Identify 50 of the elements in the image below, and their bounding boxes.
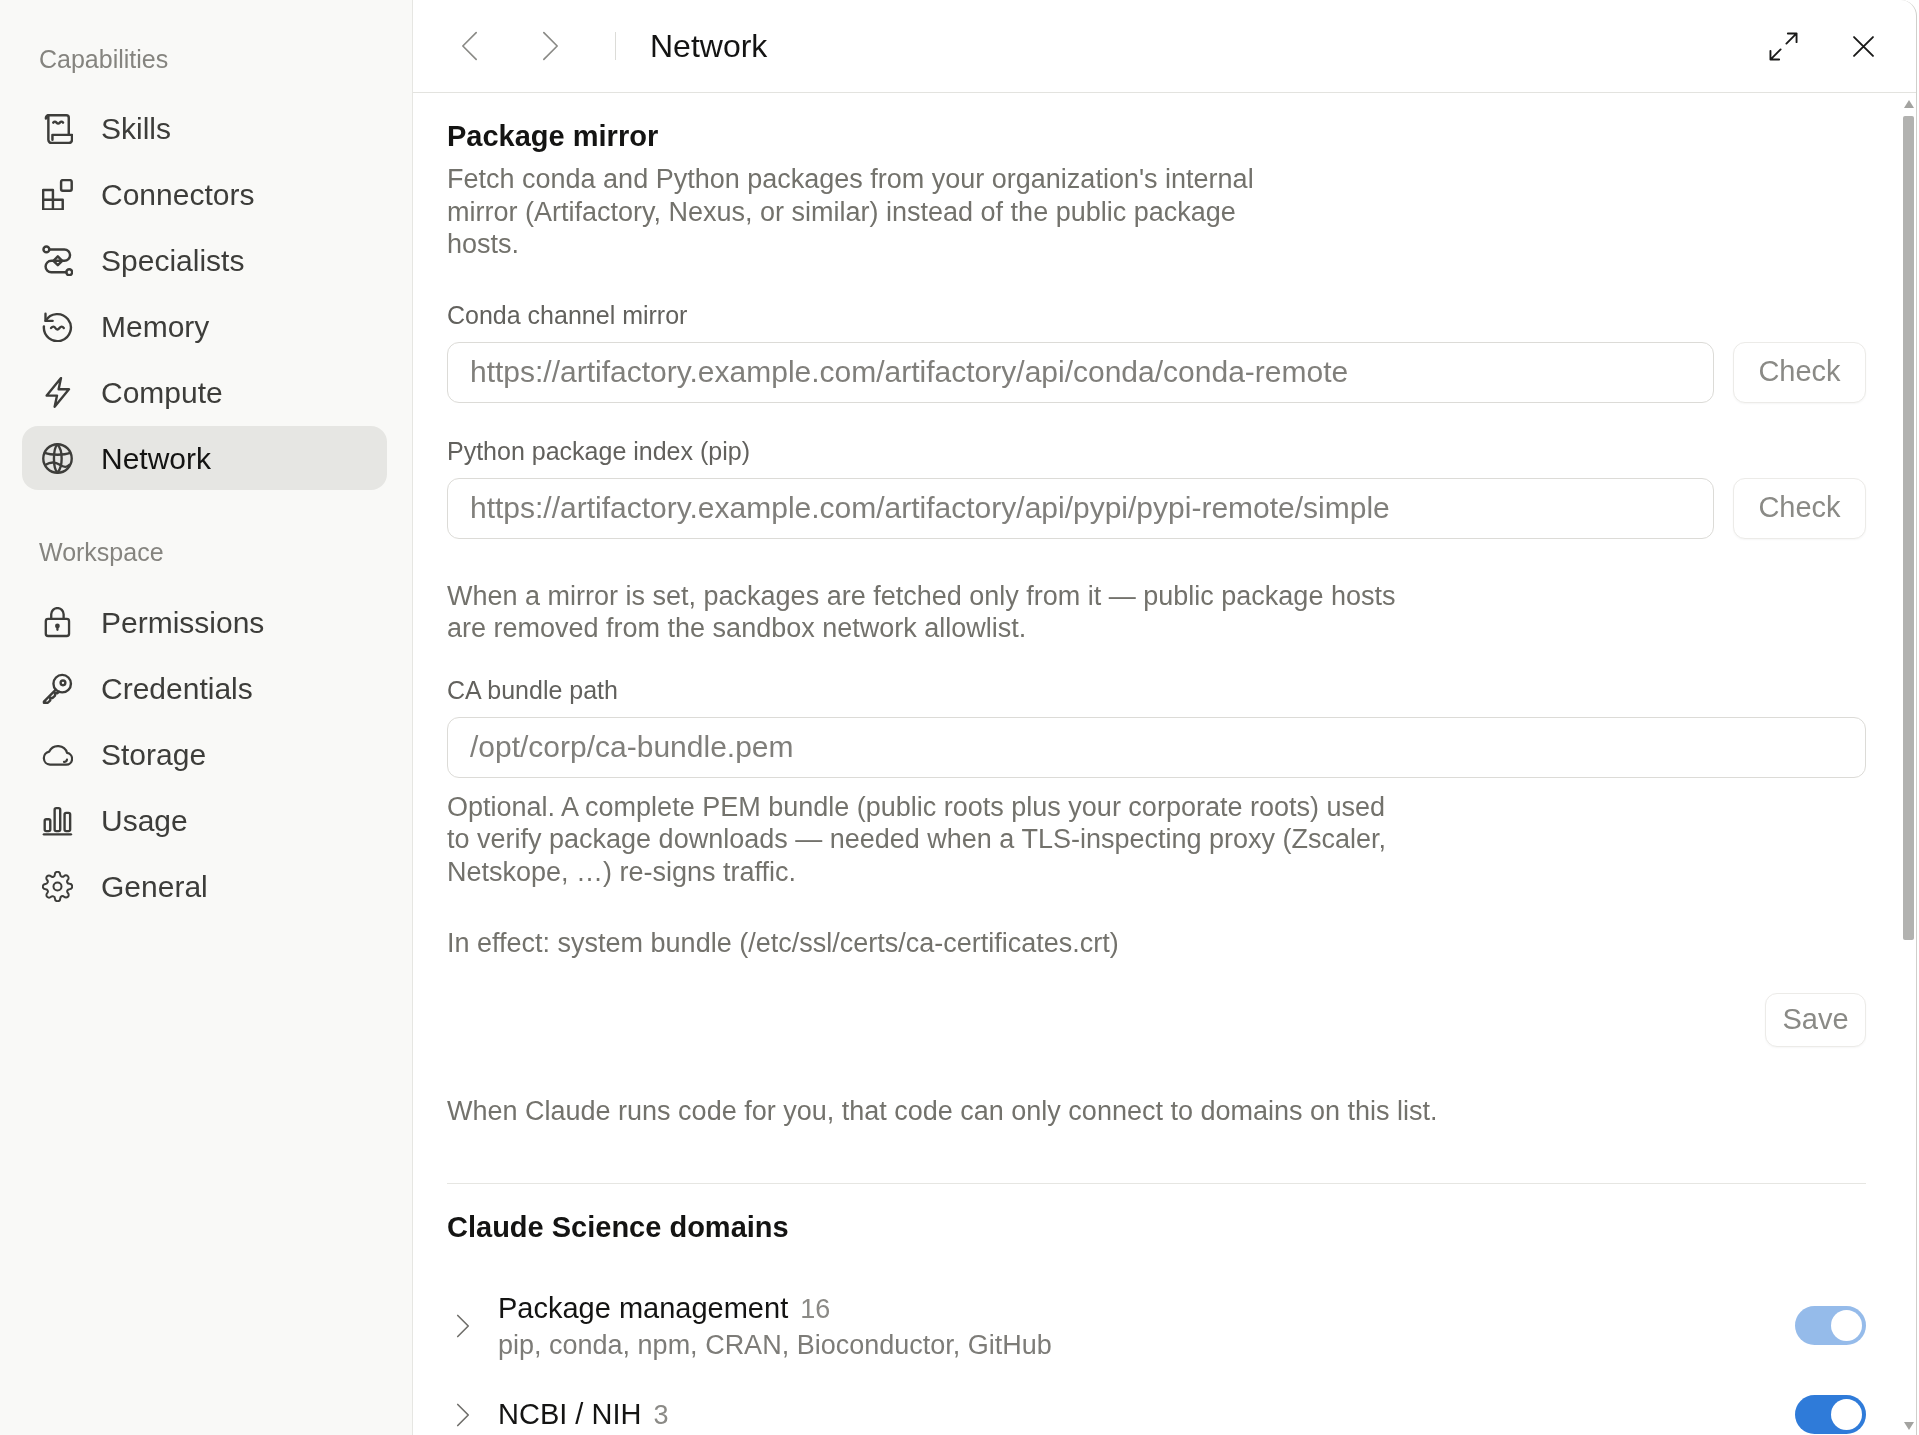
page-title: Network: [650, 27, 768, 66]
input-field[interactable]: /opt/corp/ca-bundle.pem: [447, 716, 1866, 778]
sidebar-item[interactable]: Skills: [22, 96, 387, 160]
field-label: Python package index (pip): [447, 435, 751, 466]
sidebar-item[interactable]: Compute: [22, 360, 387, 424]
sidebar-item[interactable]: Memory: [22, 294, 387, 358]
expand-icon: [1768, 31, 1798, 61]
field-label: Conda channel mirror: [447, 299, 689, 330]
globe-icon: [42, 442, 73, 474]
group-name: Package management: [498, 1291, 789, 1326]
down-arrow-icon[interactable]: [1903, 1422, 1914, 1430]
input-field[interactable]: https://artifactory.example.com/artifactory/api/conda/conda-remote: [447, 341, 1714, 403]
blocks-icon: [42, 178, 73, 210]
close-icon: [1852, 35, 1874, 57]
up-arrow-icon[interactable]: [1903, 100, 1914, 108]
item-count: 16: [800, 1293, 831, 1326]
sidebar-item[interactable]: Usage: [22, 788, 387, 852]
section-title: Package mirror: [447, 119, 660, 154]
chevron-right-icon: [541, 31, 559, 61]
section-title: Claude Science domains: [447, 1210, 790, 1245]
status-text: In effect: system bundle (/etc/ssl/certs/ca-certificates.crt): [447, 926, 1120, 959]
description-text: Fetch conda and Python packages from your organization's internal mirror (Artifactory, Nexus, or similar) instead of the public package hosts.: [447, 163, 1255, 261]
sidebar-item[interactable]: General: [22, 854, 387, 918]
section-heading: Capabilities: [38, 44, 170, 74]
scrollbar-thumb[interactable]: [1903, 116, 1914, 940]
route-icon: [42, 244, 73, 276]
gear-icon: [42, 870, 73, 902]
input-field[interactable]: https://artifactory.example.com/artifactory/api/pypi/pypi-remote/simple: [447, 477, 1714, 539]
note-text: When Claude runs code for you, that code can only connect to domains on this list.: [447, 1094, 1439, 1127]
scroll-icon: [42, 112, 73, 144]
sidebar-item[interactable]: Network: [22, 426, 387, 490]
chevron-right-icon[interactable]: [456, 1402, 470, 1427]
sidebar-item[interactable]: Specialists: [22, 228, 387, 292]
section-heading: Workspace: [38, 537, 165, 567]
sidebar-item[interactable]: Credentials: [22, 656, 387, 720]
note-text: When a mirror is set, packages are fetched only from it — public package hosts are removed from the sandbox network allowlist.: [447, 579, 1397, 645]
lock-icon: [42, 606, 73, 638]
group-description: pip, conda, npm, CRAN, Bioconductor, GitHub: [498, 1328, 1053, 1361]
key-icon: [42, 672, 73, 704]
help-text: Optional. A complete PEM bundle (public roots plus your corporate roots) used to verify package downloads — needed when a TLS-inspecting proxy (Zscaler, Netskope, …) re-signs traffic.: [447, 790, 1387, 888]
group-name: NCBI / NIH: [498, 1396, 642, 1432]
item-count: 3: [653, 1398, 669, 1432]
circular-arrow-icon: [42, 310, 73, 342]
sidebar-item[interactable]: Storage: [22, 722, 387, 786]
toggle-switch[interactable]: [1795, 1395, 1866, 1434]
bar-chart-icon: [42, 804, 73, 836]
sidebar-item[interactable]: Permissions: [22, 590, 387, 654]
sidebar-item[interactable]: Connectors: [22, 162, 387, 226]
field-label: CA bundle path: [447, 674, 619, 705]
chevron-left-icon: [460, 31, 478, 61]
